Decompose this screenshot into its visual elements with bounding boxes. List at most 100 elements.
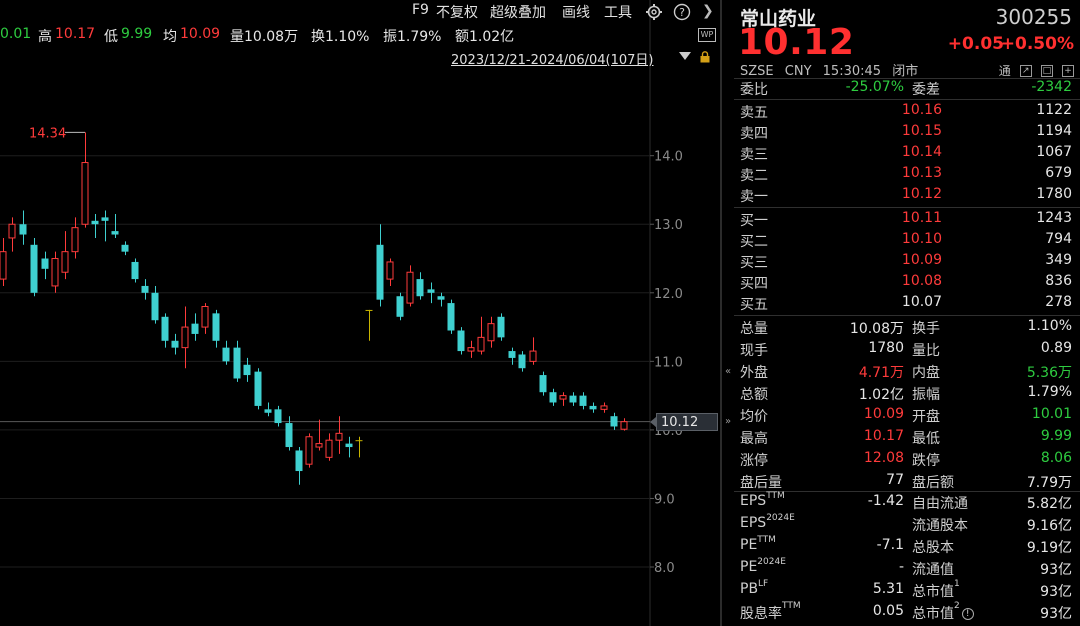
ask-volume: 1780: [1036, 186, 1072, 202]
fundamental-label-suffix: 1: [954, 579, 960, 589]
ask-row[interactable]: 卖三 10.14 1067: [740, 143, 1074, 164]
kline-chart-area[interactable]: 14.013.012.011.010.09.08.014.34 F9 不复权 超…: [0, 0, 720, 626]
chevron-right-icon[interactable]: ❯: [702, 3, 714, 19]
low-label: 低: [104, 29, 118, 45]
candle-body: [610, 416, 618, 427]
stat-value: 10.09: [863, 406, 904, 422]
candle-body: [386, 261, 394, 280]
date-range-text[interactable]: 2023/12/21-2024/06/04(107日): [451, 53, 654, 68]
stat-value: 5.36万: [1026, 365, 1072, 381]
bid-volume: 794: [1045, 231, 1072, 247]
stat-value: 9.99: [1040, 428, 1072, 444]
date-range[interactable]: 2023/12/21-2024/06/04(107日): [451, 49, 654, 68]
tools-button[interactable]: 工具: [604, 2, 632, 22]
fundamental-label-text: EPS: [740, 493, 767, 509]
stat-label: 涨停: [740, 453, 768, 469]
stat-value: 1.79%: [1027, 384, 1072, 400]
bid-label: 买二: [740, 234, 768, 250]
stat-value: 12.08: [863, 450, 904, 466]
price-change: +0.05: [947, 34, 1004, 54]
candle-body: [600, 405, 608, 410]
fundamental-label: 流通值: [912, 559, 954, 579]
kline-chart[interactable]: 14.013.012.011.010.09.08.014.34: [0, 0, 720, 626]
bid-volume: 349: [1045, 252, 1072, 268]
bid-label: 买一: [740, 213, 768, 229]
fundamental-value: 5.31: [872, 581, 904, 597]
info-circle-icon[interactable]: !: [961, 608, 974, 620]
fundamental-label-text: 流通股本: [912, 518, 968, 534]
candle-info-bar: 0.01 高 10.17 低 9.99 均 10.09 量10.08万 换1.1…: [0, 22, 720, 46]
bid-row[interactable]: 买五 10.07 278: [740, 293, 1074, 314]
help-icon[interactable]: ?: [673, 3, 691, 21]
lock-icon[interactable]: [699, 51, 711, 63]
range-dropdown-icon[interactable]: [679, 52, 691, 60]
draw-line-button[interactable]: 画线: [562, 2, 590, 22]
candle-body: [151, 292, 159, 321]
collapse-left-icon[interactable]: «: [722, 360, 734, 384]
stat-label: 开盘: [912, 409, 940, 425]
fundamental-label-text: PB: [740, 581, 759, 597]
ask-row[interactable]: 卖二 10.13 679: [740, 164, 1074, 185]
ask-price: 10.16: [901, 102, 942, 118]
bid-price: 10.08: [901, 273, 942, 289]
fundamental-label-suffix: 2: [954, 601, 960, 611]
ask-label: 卖二: [740, 168, 768, 184]
expand-icon[interactable]: ↗: [1019, 64, 1032, 77]
fundamental-label-text: 自由流通: [912, 496, 968, 512]
bid-label: 买五: [740, 297, 768, 313]
add-icon[interactable]: +: [1062, 64, 1074, 77]
stat-value: 77: [886, 472, 904, 488]
candle-body: [315, 443, 323, 448]
bid-row[interactable]: 买三 10.09 349: [740, 251, 1074, 272]
ask-row[interactable]: 卖一 10.12 1780: [740, 185, 1074, 206]
ask-row[interactable]: 卖五 10.16 1122: [740, 101, 1074, 122]
popout-icon[interactable]: □: [1040, 64, 1053, 77]
wp-badge-icon[interactable]: WP: [698, 28, 716, 42]
y-tick-label: 12.0: [654, 287, 683, 302]
ask-row[interactable]: 卖四 10.15 1194: [740, 122, 1074, 143]
bid-row[interactable]: 买四 10.08 836: [740, 272, 1074, 293]
candle-body: [71, 227, 79, 253]
candle-body: [497, 316, 505, 338]
fundamental-value: 93亿: [1040, 562, 1072, 578]
fundamental-label-text: EPS: [740, 515, 767, 531]
candle-body: [285, 423, 293, 448]
candle-body: [589, 405, 597, 410]
stat-value: 4.71万: [858, 365, 904, 381]
bid-label: 买三: [740, 255, 768, 271]
fundamental-label-text: PE: [740, 537, 758, 553]
fundamental-row: PE2024E - 流通值 93亿: [740, 557, 1074, 580]
tong-icon[interactable]: 通: [999, 62, 1011, 79]
fundamental-label-text: PE: [740, 559, 758, 575]
stat-row: 最高 10.17 最低 9.99: [740, 427, 1074, 449]
bid-row[interactable]: 买二 10.10 794: [740, 230, 1074, 251]
fundamental-label-text: 总股本: [912, 540, 954, 556]
stat-label: 现手: [740, 343, 768, 359]
fundamental-value: 93亿: [1040, 606, 1072, 622]
stat-label: 外盘: [740, 365, 768, 381]
fundamental-value: -1.42: [867, 493, 904, 509]
bid-row[interactable]: 买一 10.11 1243: [740, 209, 1074, 230]
f9-button[interactable]: F9: [412, 2, 429, 18]
turnover-value: 换1.10%: [311, 29, 370, 45]
bid-price: 10.07: [901, 294, 942, 310]
no-restore-button[interactable]: 不复权: [436, 2, 478, 22]
quote-time: 15:30:45: [822, 64, 882, 79]
stat-row: 外盘 4.71万 内盘 5.36万: [740, 361, 1074, 383]
fundamental-label-suffix: TTM: [757, 535, 776, 545]
stat-value: 8.06: [1040, 450, 1072, 466]
stat-value: 0.89: [1040, 340, 1072, 356]
weibi-value: -25.07%: [845, 79, 904, 95]
candle-body: [579, 395, 587, 406]
overlay-button[interactable]: 超级叠加: [490, 2, 546, 22]
y-tick-label: 11.0: [654, 355, 683, 370]
candle-body: [274, 409, 282, 424]
stat-value: 1.10%: [1027, 318, 1072, 334]
gear-icon[interactable]: [645, 3, 663, 21]
candle-body: [335, 432, 343, 441]
ask-price: 10.15: [901, 123, 942, 139]
candle-body: [51, 258, 59, 287]
candle-body: [620, 421, 628, 430]
collapse-right-icon[interactable]: »: [722, 410, 734, 434]
candle-body: [264, 409, 272, 413]
